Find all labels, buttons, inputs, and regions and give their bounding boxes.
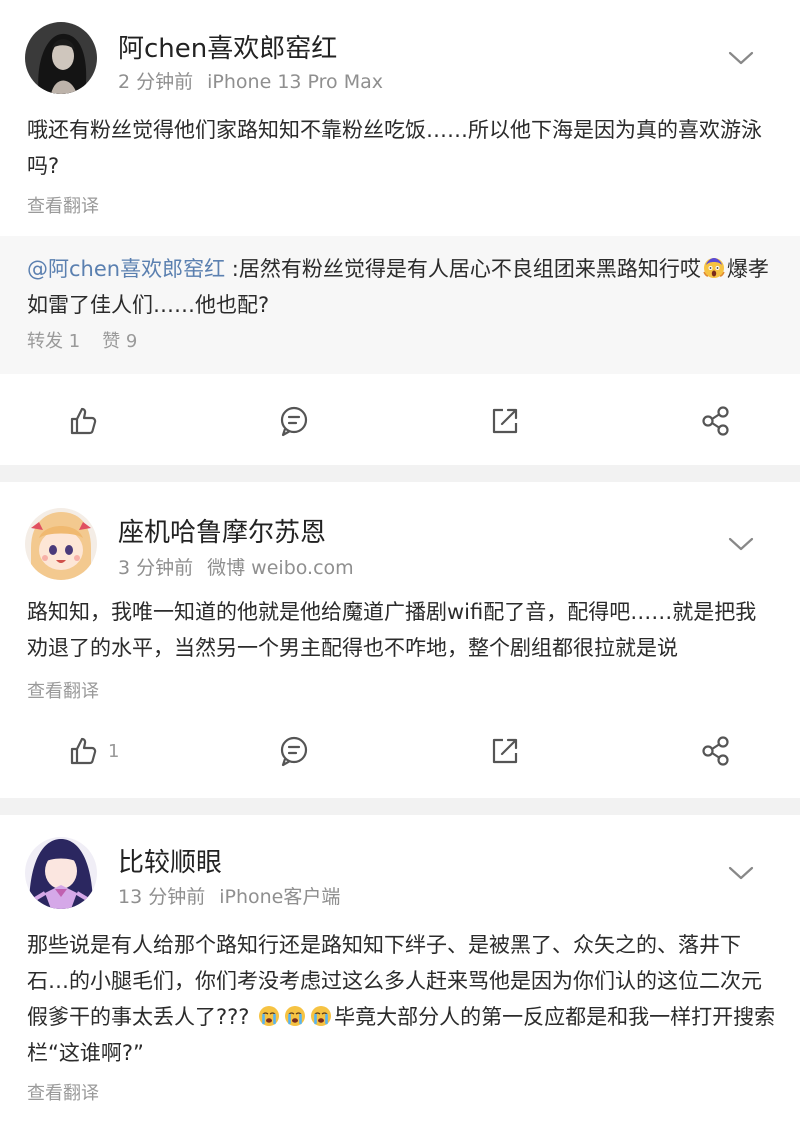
repost-count: 转发 1 [27, 331, 81, 352]
translate-link[interactable]: 查看翻译 [27, 192, 99, 218]
post-card: 阿chen喜欢郎窑红 2 分钟前 iPhone 13 Pro Max 哦还有粉丝觉… [0, 0, 800, 465]
post-meta: 3 分钟前 微博 weibo.com [118, 553, 354, 580]
repost-button[interactable] [488, 721, 598, 781]
post-time: 2 分钟前 [118, 71, 194, 93]
post-source: 微博 weibo.com [207, 557, 354, 579]
like-button[interactable]: 1 [66, 721, 176, 781]
post-meta: 13 分钟前 iPhone客户端 [118, 882, 340, 909]
quote-stats: 转发 1 赞 9 [27, 327, 137, 353]
action-bar: 1 [0, 721, 800, 781]
action-bar [0, 391, 800, 451]
quote-text-part: :居然有粉丝觉得是有人居心不良组团来黑路知行哎 [225, 257, 701, 281]
comment-button[interactable] [277, 721, 387, 781]
share-icon [699, 404, 733, 438]
comment-icon [277, 404, 311, 438]
post-text: 路知知，我唯一知道的他就是他给魔道广播剧wifi配了音，配得吧……就是把我劝退了… [27, 600, 757, 660]
cry-emoji-icon [283, 1004, 307, 1028]
post-text: 哦还有粉丝觉得他们家路知知不靠粉丝吃饭……所以他下海是因为真的喜欢游泳吗? [27, 118, 762, 178]
like-icon [66, 734, 100, 768]
like-icon [66, 404, 100, 438]
username[interactable]: 阿chen喜欢郎窑红 [118, 28, 337, 65]
quoted-repost-text: @阿chen喜欢郎窑红 :居然有粉丝觉得是有人居心不良组团来黑路知行哎 爆孝如雷了… [27, 251, 777, 323]
post-text: 那些说是有人给那个路知行还是路知知下绊子、是被黑了、众矢之的、落井下石…的小腿毛… [27, 927, 777, 1071]
share-button[interactable] [699, 391, 800, 451]
post-time: 3 分钟前 [118, 557, 194, 579]
username[interactable]: 比较顺眼 [118, 842, 222, 879]
avatar[interactable] [25, 22, 97, 94]
comment-icon [277, 734, 311, 768]
share-icon [699, 734, 733, 768]
username[interactable]: 座机哈鲁摩尔苏恩 [118, 512, 326, 549]
repost-icon [488, 734, 522, 768]
chevron-down-icon[interactable] [728, 865, 754, 881]
like-count: 1 [108, 740, 120, 762]
post-card: 座机哈鲁摩尔苏恩 3 分钟前 微博 weibo.com 路知知，我唯一知道的他就是… [0, 482, 800, 798]
post-meta: 2 分钟前 iPhone 13 Pro Max [118, 67, 383, 94]
avatar[interactable] [25, 837, 97, 909]
translate-link[interactable]: 查看翻译 [27, 1079, 99, 1105]
share-button[interactable] [699, 721, 800, 781]
like-button[interactable] [66, 391, 176, 451]
avatar[interactable] [25, 508, 97, 580]
quoted-repost[interactable]: @阿chen喜欢郎窑红 :居然有粉丝觉得是有人居心不良组团来黑路知行哎 爆孝如雷了… [0, 236, 800, 374]
scream-emoji-icon [702, 256, 726, 280]
chevron-down-icon[interactable] [728, 50, 754, 66]
comment-button[interactable] [277, 391, 387, 451]
repost-button[interactable] [488, 391, 598, 451]
post-source: iPhone客户端 [219, 886, 341, 908]
cry-emoji-icon [257, 1004, 281, 1028]
repost-icon [488, 404, 522, 438]
mention-link[interactable]: @阿chen喜欢郎窑红 [27, 257, 225, 281]
chevron-down-icon[interactable] [728, 536, 754, 552]
post-time: 13 分钟前 [118, 886, 206, 908]
translate-link[interactable]: 查看翻译 [27, 677, 99, 703]
post-card: 比较顺眼 13 分钟前 iPhone客户端 那些说是有人给那个路知行还是路知知下绊… [0, 815, 800, 1124]
post-source: iPhone 13 Pro Max [207, 71, 383, 93]
like-count: 赞 9 [102, 331, 138, 352]
cry-emoji-icon [309, 1004, 333, 1028]
